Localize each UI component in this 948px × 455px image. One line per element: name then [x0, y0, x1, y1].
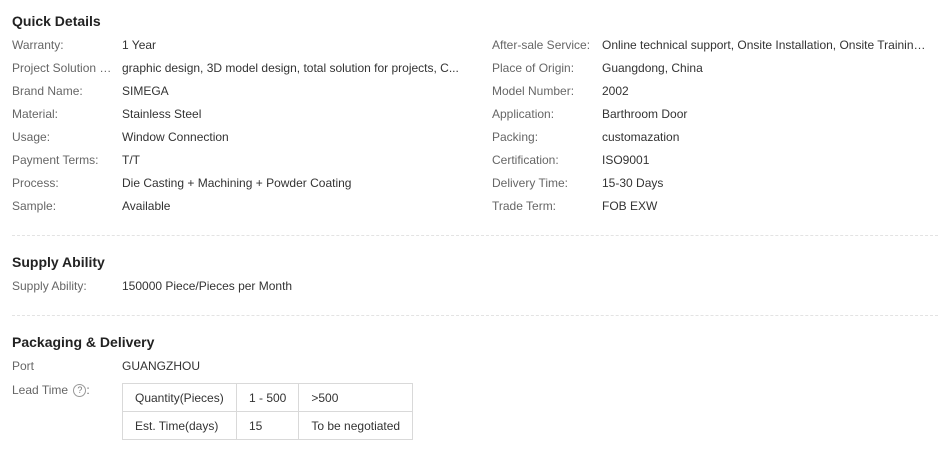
- detail-label: Trade Term:: [492, 199, 557, 213]
- detail-row-material: Material: Stainless Steel: [12, 106, 472, 123]
- detail-label: Usage:: [12, 130, 51, 144]
- detail-label: Model Number:: [492, 84, 575, 98]
- detail-value: Stainless Steel: [122, 107, 202, 121]
- port-value: GUANGZHOU: [122, 359, 200, 373]
- detail-label: Supply Ability:: [12, 279, 87, 293]
- detail-value: Guangdong, China: [602, 61, 703, 75]
- table-cell: Quantity(Pieces): [122, 383, 237, 412]
- detail-row-payment-terms: Payment Terms: T/T: [12, 152, 472, 169]
- detail-value: 150000 Piece/Pieces per Month: [122, 279, 293, 293]
- detail-value: graphic design, 3D model design, total s…: [122, 61, 459, 75]
- detail-row-place-of-origin: Place of Origin: Guangdong, China: [492, 60, 932, 77]
- detail-label: Warranty:: [12, 38, 64, 52]
- detail-row-model-number: Model Number: 2002: [492, 83, 932, 100]
- detail-label: After-sale Service:: [492, 38, 591, 52]
- port-label: Port: [12, 359, 35, 373]
- detail-value: SIMEGA: [122, 84, 169, 98]
- quick-details-title: Quick Details: [12, 13, 101, 29]
- detail-value: FOB EXW: [602, 199, 658, 213]
- detail-label: Material:: [12, 107, 59, 121]
- supply-ability-title: Supply Ability: [12, 254, 105, 270]
- table-cell: Est. Time(days): [122, 411, 237, 440]
- detail-row-process: Process: Die Casting + Machining + Powde…: [12, 175, 472, 192]
- detail-value: 15-30 Days: [602, 176, 664, 190]
- detail-value: customazation: [602, 130, 680, 144]
- table-cell: 1 - 500: [235, 383, 300, 412]
- detail-row-packing: Packing: customazation: [492, 129, 932, 146]
- detail-value: 1 Year: [122, 38, 157, 52]
- table-cell: 15: [235, 411, 300, 440]
- detail-value: T/T: [122, 153, 140, 167]
- table-cell: To be negotiated: [298, 411, 414, 440]
- detail-label: Application:: [492, 107, 555, 121]
- section-divider: [12, 235, 938, 236]
- lead-time-label-wrap: Lead Time ?:: [12, 383, 90, 397]
- detail-row-warranty: Warranty: 1 Year: [12, 37, 472, 54]
- detail-label: Delivery Time:: [492, 176, 569, 190]
- detail-label: Packing:: [492, 130, 539, 144]
- detail-value: Window Connection: [122, 130, 229, 144]
- detail-row-brand-name: Brand Name: SIMEGA: [12, 83, 472, 100]
- table-row: Est. Time(days) 15 To be negotiated: [122, 411, 414, 440]
- detail-row-trade-term: Trade Term: FOB EXW: [492, 198, 932, 215]
- detail-value: Die Casting + Machining + Powder Coating: [122, 176, 352, 190]
- lead-time-table: Quantity(Pieces) 1 - 500 >500 Est. Time(…: [122, 383, 414, 440]
- packaging-delivery-title: Packaging & Delivery: [12, 334, 155, 350]
- detail-row-after-sale-service: After-sale Service: Online technical sup…: [492, 37, 932, 54]
- port-row: Port GUANGZHOU: [12, 358, 472, 375]
- detail-row-application: Application: Barthroom Door: [492, 106, 932, 123]
- detail-value: Barthroom Door: [602, 107, 688, 121]
- detail-label: Sample:: [12, 199, 57, 213]
- detail-label: Payment Terms:: [12, 153, 99, 167]
- detail-value: 2002: [602, 84, 629, 98]
- lead-time-label: Lead Time: [12, 383, 69, 397]
- detail-value: Available: [122, 199, 171, 213]
- table-cell: >500: [298, 383, 414, 412]
- detail-label: Process:: [12, 176, 59, 190]
- detail-value: Online technical support, Onsite Install…: [602, 38, 927, 52]
- detail-row-sample: Sample: Available: [12, 198, 472, 215]
- help-icon[interactable]: ?: [73, 384, 87, 397]
- detail-row-usage: Usage: Window Connection: [12, 129, 472, 146]
- detail-value: ISO9001: [602, 153, 650, 167]
- detail-label: Certification:: [492, 153, 559, 167]
- detail-label: Place of Origin:: [492, 61, 575, 75]
- supply-ability-row: Supply Ability: 150000 Piece/Pieces per …: [12, 278, 472, 295]
- detail-row-project-solution: Project Solution Ca... graphic design, 3…: [12, 60, 472, 77]
- detail-row-certification: Certification: ISO9001: [492, 152, 932, 169]
- section-divider: [12, 315, 938, 316]
- detail-row-delivery-time: Delivery Time: 15-30 Days: [492, 175, 932, 192]
- table-row: Quantity(Pieces) 1 - 500 >500: [122, 383, 414, 412]
- detail-label: Brand Name:: [12, 84, 83, 98]
- detail-label: Project Solution Ca...: [12, 61, 120, 75]
